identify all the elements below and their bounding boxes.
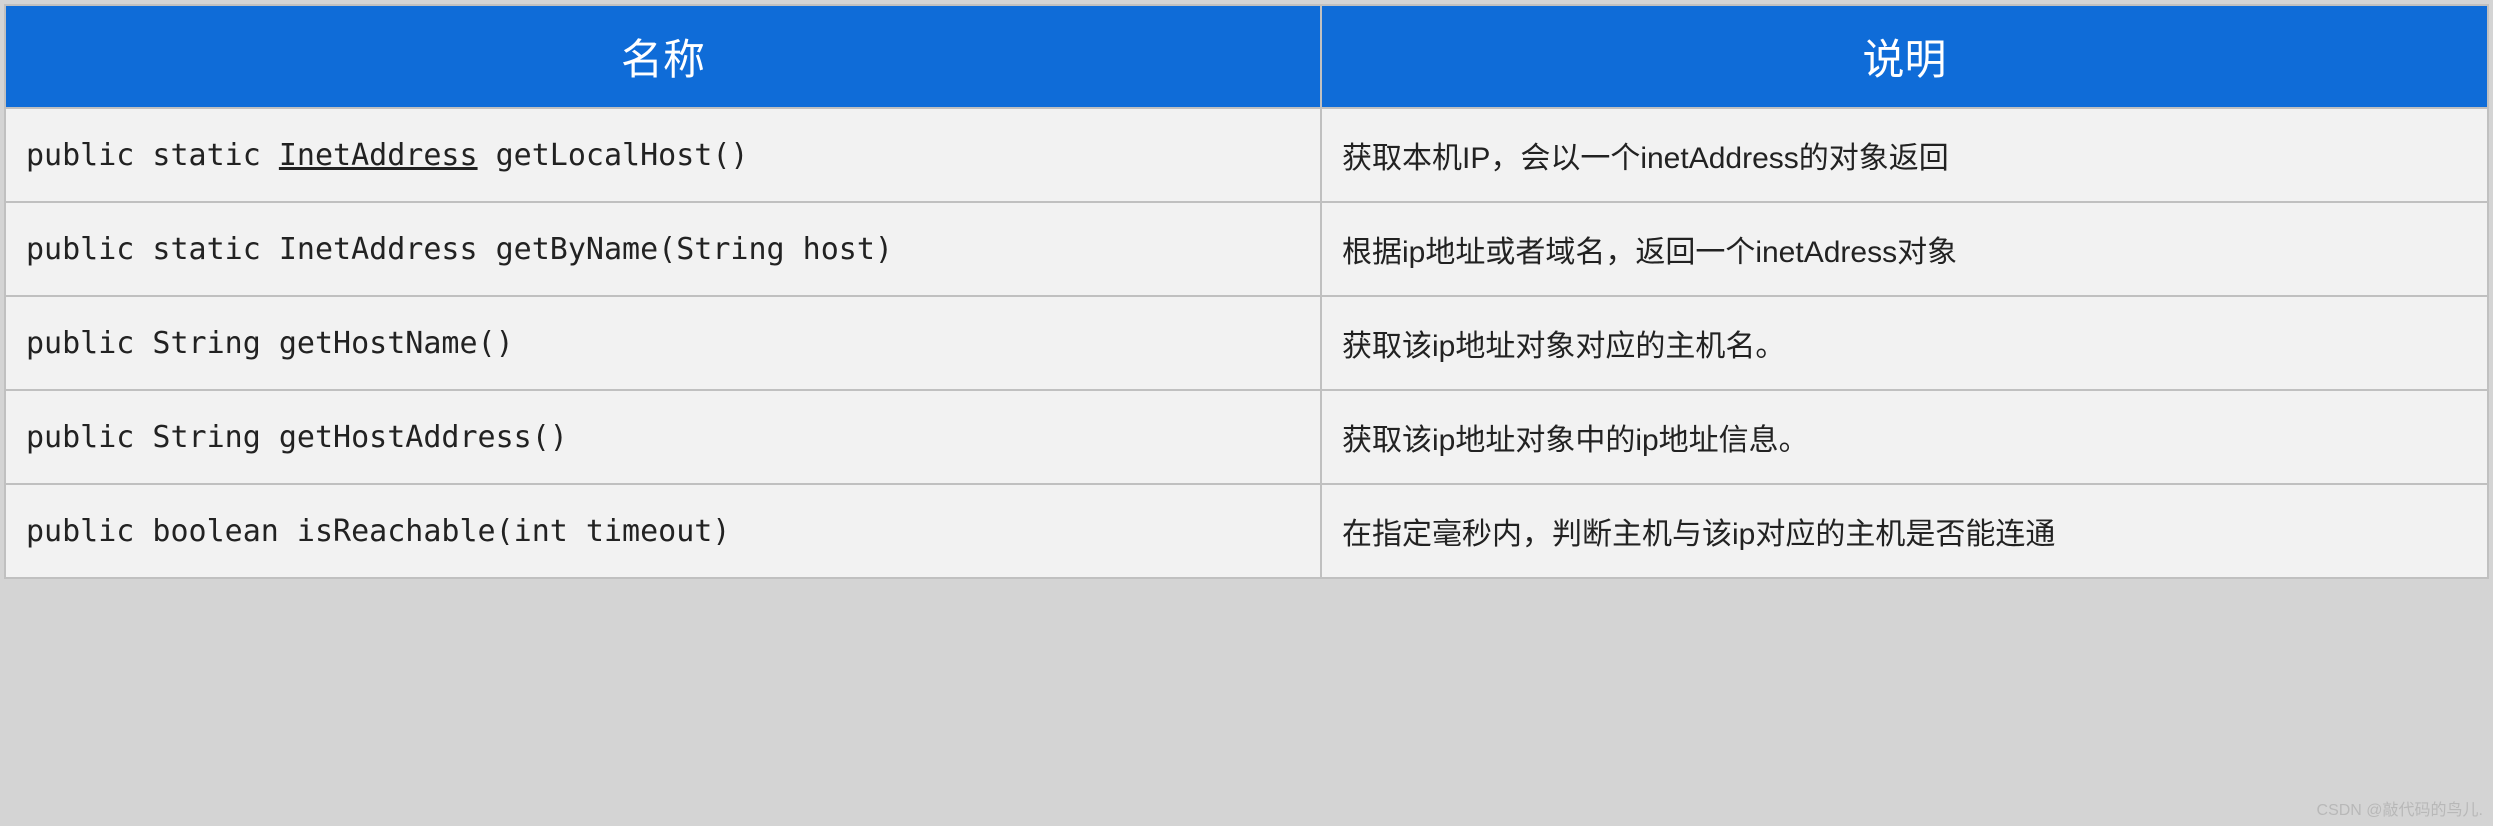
watermark: CSDN @敲代码的鸟儿. (2317, 796, 2483, 820)
method-desc-cell: 获取该ip地址对象中的ip地址信息。 (1321, 390, 2488, 484)
method-desc-cell: 获取该ip地址对象对应的主机名。 (1321, 296, 2488, 390)
table-row: public static InetAddress getByName(Stri… (5, 202, 2488, 296)
method-name-cell: public boolean isReachable(int timeout) (5, 484, 1321, 578)
header-name: 名称 (5, 5, 1321, 108)
table-body: public static InetAddress getLocalHost()… (5, 108, 2488, 578)
api-table-container: 名称 说明 public static InetAddress getLocal… (4, 4, 2489, 579)
table-header: 名称 说明 (5, 5, 2488, 108)
table-row: public String getHostAddress() 获取该ip地址对象… (5, 390, 2488, 484)
method-desc-cell: 获取本机IP，会以一个inetAddress的对象返回 (1321, 108, 2488, 202)
table-row: public boolean isReachable(int timeout) … (5, 484, 2488, 578)
code-suffix: getLocalHost() (478, 138, 749, 173)
code-text: public static InetAddress getByName(Stri… (26, 232, 893, 267)
code-prefix: public static (26, 138, 279, 173)
code-underlined: InetAddress (279, 138, 478, 173)
code-text: public boolean isReachable(int timeout) (26, 514, 730, 549)
method-name-cell: public String getHostName() (5, 296, 1321, 390)
method-name-cell: public static InetAddress getByName(Stri… (5, 202, 1321, 296)
header-row: 名称 说明 (5, 5, 2488, 108)
table-row: public static InetAddress getLocalHost()… (5, 108, 2488, 202)
code-text: public String getHostAddress() (26, 420, 568, 455)
api-table: 名称 说明 public static InetAddress getLocal… (4, 4, 2489, 579)
method-desc-cell: 在指定毫秒内，判断主机与该ip对应的主机是否能连通 (1321, 484, 2488, 578)
method-desc-cell: 根据ip地址或者域名，返回一个inetAdress对象 (1321, 202, 2488, 296)
header-desc: 说明 (1321, 5, 2488, 108)
table-row: public String getHostName() 获取该ip地址对象对应的… (5, 296, 2488, 390)
code-text: public String getHostName() (26, 326, 514, 361)
method-name-cell: public static InetAddress getLocalHost() (5, 108, 1321, 202)
method-name-cell: public String getHostAddress() (5, 390, 1321, 484)
